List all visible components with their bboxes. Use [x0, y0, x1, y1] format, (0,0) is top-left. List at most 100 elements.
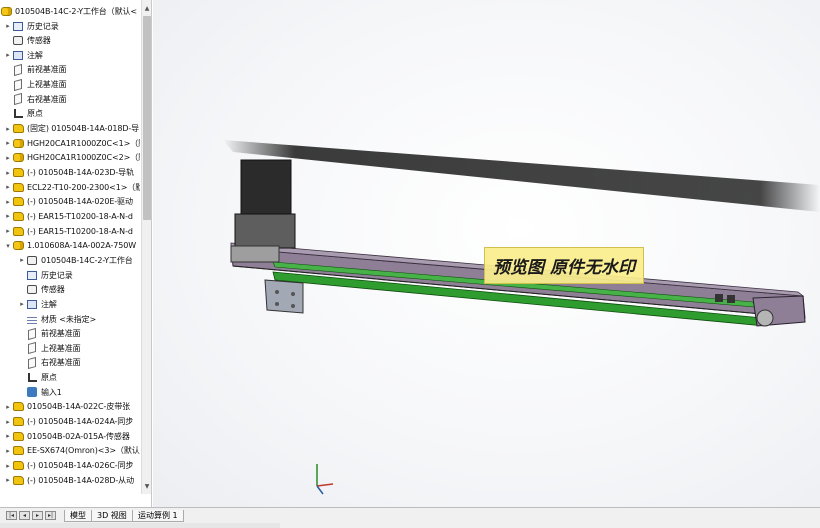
tree-item-label: (-) 010504B-14A-023D-导轨	[27, 168, 134, 177]
tree-item-label: 右视基准面	[41, 358, 81, 368]
part-icon	[12, 445, 24, 456]
tree-item-label: 010504B-02A-015A-传感器	[27, 431, 130, 441]
tree-item-label: 注解	[27, 50, 43, 60]
plane-icon	[12, 63, 24, 77]
graphics-viewport[interactable]: 预览图 原件无水印	[153, 0, 820, 507]
expand-arrow-icon[interactable]: ▸	[4, 139, 12, 147]
tab-model[interactable]: 模型	[64, 510, 92, 522]
tree-item[interactable]: ▾ 1.010608A-14A-002A-750W	[0, 239, 140, 253]
first-tab-icon[interactable]: |◂	[6, 511, 17, 520]
expand-arrow-icon[interactable]: ▸	[18, 300, 26, 308]
tree-item-label: ECL22-T10-200-2300<1>（默	[27, 182, 140, 192]
scroll-down-icon[interactable]: ▼	[142, 482, 151, 492]
part-icon	[12, 475, 24, 486]
scroll-up-icon[interactable]: ▲	[142, 4, 151, 14]
expand-arrow-icon[interactable]: ▸	[4, 125, 12, 133]
expand-arrow-icon[interactable]: ▸	[4, 51, 12, 59]
tree-item-label: (-) EAR15-T10200-18-A-N-d	[27, 226, 133, 236]
expand-arrow-icon[interactable]: ▸	[4, 227, 12, 235]
tree-item[interactable]: ▸ (固定) 010504B-14A-018D-导	[0, 122, 140, 136]
expand-arrow-icon[interactable]: ▸	[4, 212, 12, 220]
tree-item[interactable]: ▸ ECL22-T10-200-2300<1>（默	[0, 180, 140, 194]
expand-arrow-icon[interactable]: ▸	[18, 256, 26, 264]
tree-item[interactable]: ▸ (-) EAR15-T10200-18-A-N-d	[0, 224, 140, 238]
tree-item[interactable]: ▸ (-) 010504B-14A-026C-同步	[0, 459, 140, 473]
tree-item-label: (固定) 010504B-14A-018D-导	[27, 124, 140, 134]
tree-item[interactable]: ▸ 010504B-14A-022C-皮带张	[0, 400, 140, 414]
orientation-triad	[316, 464, 334, 495]
expand-arrow-icon[interactable]: ▸	[4, 418, 12, 426]
tree-item[interactable]: 传感器	[0, 283, 140, 297]
tree-item[interactable]: 前视基准面	[0, 327, 140, 341]
plane-icon	[26, 356, 38, 370]
expand-arrow-icon[interactable]: ▸	[4, 198, 12, 206]
tree-item[interactable]: 原点	[0, 107, 140, 121]
tree-item[interactable]: ▸ (-) EAR15-T10200-18-A-N-d	[0, 209, 140, 223]
tree-scrollbar[interactable]: ▲ ▼	[141, 0, 151, 494]
expand-arrow-icon[interactable]: ▸	[4, 462, 12, 470]
part-icon	[12, 182, 24, 193]
material-icon	[26, 314, 38, 325]
part-icon	[12, 460, 24, 471]
bolt	[291, 292, 295, 296]
next-tab-icon[interactable]: ▸	[32, 511, 43, 520]
scrollbar-thumb[interactable]	[143, 16, 151, 220]
motor-flange	[234, 213, 296, 249]
feature-manager-tree: 010504B-14C-2-Y工作台（默认< ▸ 历史记录 传感器 ▸ 注解 前视基准面上…	[0, 0, 152, 507]
tree-item[interactable]: ▸ 历史记录	[0, 19, 140, 33]
tree-root[interactable]: 010504B-14C-2-Y工作台（默认<	[0, 4, 140, 18]
tree-item[interactable]: 传感器	[0, 34, 140, 48]
expand-arrow-icon[interactable]: ▸	[4, 403, 12, 411]
sensor-block	[715, 294, 723, 302]
tree-item-label: 注解	[41, 299, 57, 309]
part-icon	[12, 226, 24, 237]
tree-item[interactable]: ▸ (-) 010504B-14A-023D-导轨	[0, 166, 140, 180]
tree-item[interactable]: ▸ HGH20CA1R1000Z0C<2>（默	[0, 151, 140, 165]
tree-item[interactable]: ▸ 010504B-14C-2-Y工作台	[0, 253, 140, 267]
tree-item[interactable]: 前视基准面	[0, 63, 140, 77]
tree-item[interactable]: ▸ EE-SX674(Omron)<3>（默认	[0, 444, 140, 458]
tree-item[interactable]: 上视基准面	[0, 78, 140, 92]
plane-icon	[12, 93, 24, 106]
bolt	[291, 304, 295, 308]
expand-arrow-icon[interactable]: ▸	[4, 476, 12, 484]
status-strip	[0, 523, 280, 528]
tree-item[interactable]: 原点	[0, 371, 140, 385]
assembly-icon	[12, 152, 24, 163]
tree-item[interactable]: ▸ HGH20CA1R1000Z0C<1>（默	[0, 136, 140, 150]
last-tab-icon[interactable]: ▸|	[45, 511, 56, 520]
part-icon	[12, 123, 24, 134]
tree-item[interactable]: ▸ 注解	[0, 48, 140, 62]
tree-item-label: 上视基准面	[41, 343, 81, 353]
tab-3d-view[interactable]: 3D 视图	[91, 510, 133, 522]
prev-tab-icon[interactable]: ◂	[19, 511, 30, 520]
tree-item[interactable]: 右视基准面	[0, 356, 140, 370]
tree-item[interactable]: ▸ (-) 010504B-14A-028D-从动	[0, 473, 140, 487]
tree-item[interactable]: 右视基准面	[0, 92, 140, 106]
expand-arrow-icon[interactable]: ▸	[4, 154, 12, 162]
tree-item[interactable]: ▸ 010504B-02A-015A-传感器	[0, 429, 140, 443]
tree-item[interactable]: 历史记录	[0, 268, 140, 282]
bottom-tab-bar: |◂ ◂ ▸ ▸| 模型 3D 视图 运动算例 1	[0, 507, 820, 528]
tree-item-label: 传感器	[41, 285, 65, 295]
tree-item-label: 原点	[41, 373, 57, 383]
expand-arrow-icon[interactable]: ▸	[4, 22, 12, 30]
tree-item[interactable]: ▸ (-) 010504B-14A-024A-同步	[0, 415, 140, 429]
expand-arrow-icon[interactable]: ▸	[4, 183, 12, 191]
triad-z-axis	[316, 485, 324, 495]
tree-item[interactable]: ▸ (-) 010504B-14A-020E-驱动	[0, 195, 140, 209]
tree-item-label: 010504B-14A-022C-皮带张	[27, 402, 131, 412]
expand-arrow-icon[interactable]: ▸	[4, 432, 12, 440]
tab-motion-study[interactable]: 运动算例 1	[132, 510, 184, 522]
tree-item[interactable]: 材质 <未指定>	[0, 312, 140, 326]
expand-arrow-icon[interactable]: ▾	[4, 242, 12, 250]
tree-item[interactable]: ▸ 注解	[0, 297, 140, 311]
expand-arrow-icon[interactable]: ▸	[4, 169, 12, 177]
tree-item-label: 原点	[27, 109, 43, 119]
tree-item[interactable]: 上视基准面	[0, 341, 140, 355]
part-icon	[12, 211, 24, 222]
sensor-icon	[12, 35, 24, 46]
tree-item-label: 上视基准面	[27, 80, 67, 90]
tree-item[interactable]: 输入1	[0, 385, 140, 399]
expand-arrow-icon[interactable]: ▸	[4, 447, 12, 455]
